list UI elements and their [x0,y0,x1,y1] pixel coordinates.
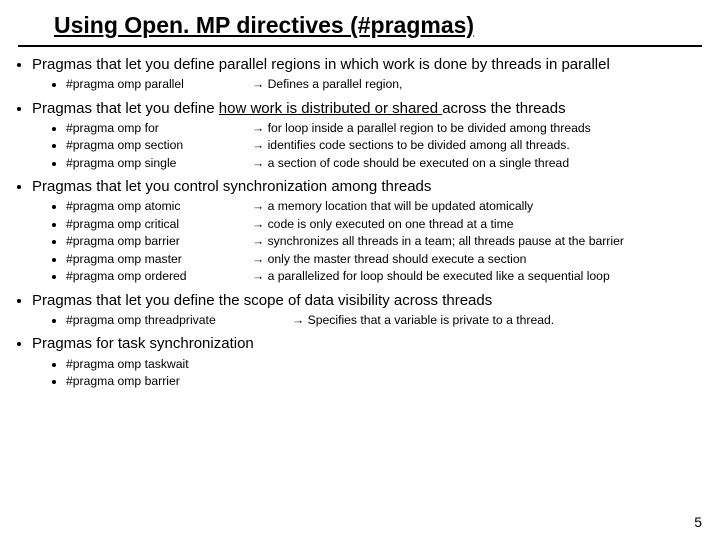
pragma-name: #pragma omp barrier [66,233,252,249]
page-number: 5 [694,514,702,530]
pragma-item: #pragma omp forfor loop inside a paralle… [66,120,702,136]
pragma-list: #pragma omp forfor loop inside a paralle… [32,120,702,171]
pragma-name: #pragma omp threadprivate [66,312,292,328]
pragma-item: #pragma omp barrier [66,373,702,389]
pragma-row: #pragma omp singlea section of code shou… [66,155,702,171]
pragma-name: #pragma omp for [66,120,252,136]
pragma-item: #pragma omp atomica memory location that… [66,198,702,214]
pragma-row: #pragma omp taskwait [66,356,702,372]
pragma-list: #pragma omp parallelDefines a parallel r… [32,76,702,92]
pragma-item: #pragma omp ordereda parallelized for lo… [66,268,702,284]
section-heading: Pragmas that let you define [32,100,219,117]
pragma-desc: a section of code should be executed on … [252,155,702,171]
pragma-desc: code is only executed on one thread at a… [252,216,702,232]
pragma-desc: Specifies that a variable is private to … [292,312,702,328]
section: Pragmas that let you control synchroniza… [32,177,702,285]
content-list: Pragmas that let you define parallel reg… [18,55,702,390]
pragma-desc: only the master thread should execute a … [252,251,702,267]
pragma-item: #pragma omp barriersynchronizes all thre… [66,233,702,249]
section-heading: Pragmas that let you define the scope of… [32,292,492,309]
pragma-item: #pragma omp taskwait [66,356,702,372]
slide-title: Using Open. MP directives (#pragmas) [54,12,474,39]
section-heading-underlined: how work is distributed or shared [219,100,442,117]
pragma-name: #pragma omp single [66,155,252,171]
pragma-row: #pragma omp forfor loop inside a paralle… [66,120,702,136]
section-heading: Pragmas that let you define parallel reg… [32,56,610,73]
pragma-desc: a parallelized for loop should be execut… [252,268,702,284]
pragma-row: #pragma omp threadprivateSpecifies that … [66,312,702,328]
pragma-desc: a memory location that will be updated a… [252,198,702,214]
pragma-row: #pragma omp ordereda parallelized for lo… [66,268,702,284]
section: Pragmas that let you define how work is … [32,99,702,172]
pragma-desc: synchronizes all threads in a team; all … [252,233,702,249]
pragma-row: #pragma omp masteronly the master thread… [66,251,702,267]
pragma-list: #pragma omp taskwait#pragma omp barrier [32,356,702,390]
pragma-item: #pragma omp criticalcode is only execute… [66,216,702,232]
title-rule [18,45,702,47]
title-wrap: Using Open. MP directives (#pragmas) [18,12,702,45]
pragma-row: #pragma omp atomica memory location that… [66,198,702,214]
pragma-item: #pragma omp threadprivateSpecifies that … [66,312,702,328]
section-heading: Pragmas that let you control synchroniza… [32,178,431,195]
pragma-name: #pragma omp critical [66,216,252,232]
pragma-row: #pragma omp criticalcode is only execute… [66,216,702,232]
pragma-desc: identifies code sections to be divided a… [252,137,702,153]
pragma-name: #pragma omp section [66,137,252,153]
section: Pragmas for task synchronization #pragma … [32,334,702,389]
pragma-name: #pragma omp barrier [66,373,252,389]
section-heading: Pragmas for task synchronization [32,335,254,352]
pragma-item: #pragma omp sectionidentifies code secti… [66,137,702,153]
pragma-name: #pragma omp atomic [66,198,252,214]
pragma-desc: Defines a parallel region, [252,76,702,92]
pragma-item: #pragma omp singlea section of code shou… [66,155,702,171]
pragma-list: #pragma omp atomica memory location that… [32,198,702,284]
section: Pragmas that let you define the scope of… [32,291,702,329]
pragma-name: #pragma omp taskwait [66,356,252,372]
pragma-name: #pragma omp parallel [66,76,252,92]
pragma-item: #pragma omp parallelDefines a parallel r… [66,76,702,92]
pragma-row: #pragma omp barrier [66,373,702,389]
pragma-desc: for loop inside a parallel region to be … [252,120,702,136]
pragma-row: #pragma omp sectionidentifies code secti… [66,137,702,153]
pragma-list: #pragma omp threadprivateSpecifies that … [32,312,702,328]
pragma-row: #pragma omp parallelDefines a parallel r… [66,76,702,92]
section-heading-tail: across the threads [442,100,565,117]
pragma-row: #pragma omp barriersynchronizes all thre… [66,233,702,249]
pragma-item: #pragma omp masteronly the master thread… [66,251,702,267]
section: Pragmas that let you define parallel reg… [32,55,702,93]
pragma-name: #pragma omp master [66,251,252,267]
slide: Using Open. MP directives (#pragmas) Pra… [0,0,720,540]
pragma-name: #pragma omp ordered [66,268,252,284]
